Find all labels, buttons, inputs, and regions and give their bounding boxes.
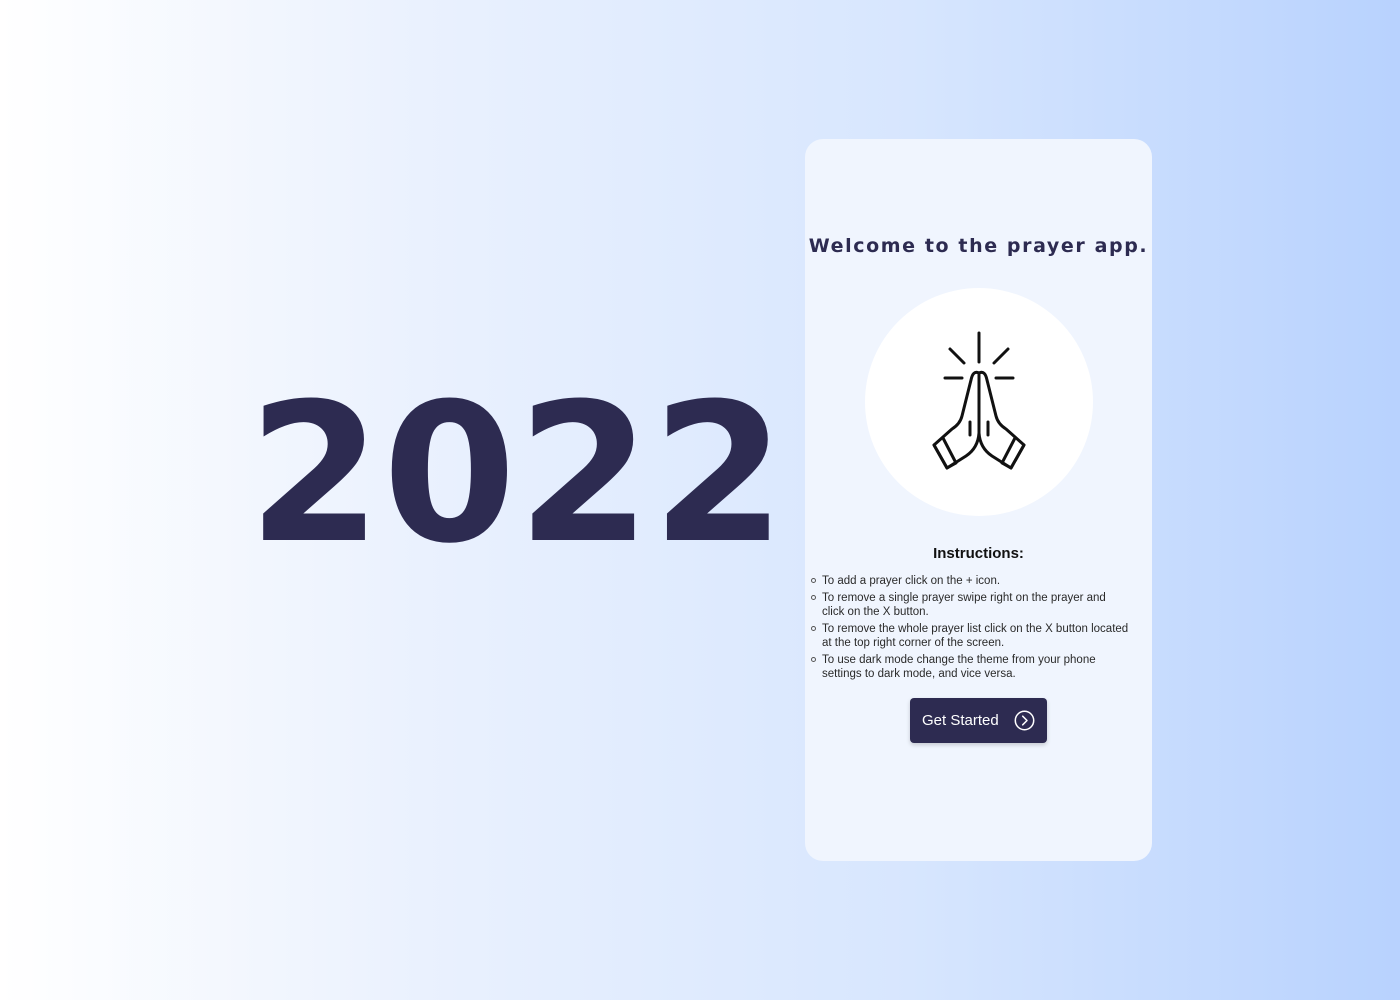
welcome-title: Welcome to the prayer app. xyxy=(808,235,1149,257)
year-heading: 2022 xyxy=(248,363,787,586)
app-preview-card: Welcome to the prayer app. Instructions:… xyxy=(805,139,1152,861)
instruction-text: To remove a single prayer swipe right on… xyxy=(822,592,1106,618)
praying-hands-icon xyxy=(932,331,1026,470)
list-item: To use dark mode change the theme from y… xyxy=(811,653,1131,681)
instruction-text: To remove the whole prayer list click on… xyxy=(822,623,1129,649)
hero-icon-circle xyxy=(865,288,1093,516)
bullet-icon xyxy=(811,578,816,583)
list-item: To remove the whole prayer list click on… xyxy=(811,622,1131,650)
list-item: To remove a single prayer swipe right on… xyxy=(811,591,1131,619)
instructions-title: Instructions: xyxy=(933,545,1024,562)
list-item: To add a prayer click on the + icon. xyxy=(811,574,1131,588)
bullet-icon xyxy=(811,626,816,631)
instruction-text: To use dark mode change the theme from y… xyxy=(822,654,1096,680)
instructions-list: To add a prayer click on the + icon. To … xyxy=(811,574,1131,684)
get-started-label: Get Started xyxy=(922,712,999,729)
bullet-icon xyxy=(811,657,816,662)
bullet-icon xyxy=(811,595,816,600)
get-started-button[interactable]: Get Started xyxy=(910,698,1047,743)
instruction-text: To add a prayer click on the + icon. xyxy=(822,575,1001,587)
chevron-right-circle-icon xyxy=(1014,710,1035,731)
